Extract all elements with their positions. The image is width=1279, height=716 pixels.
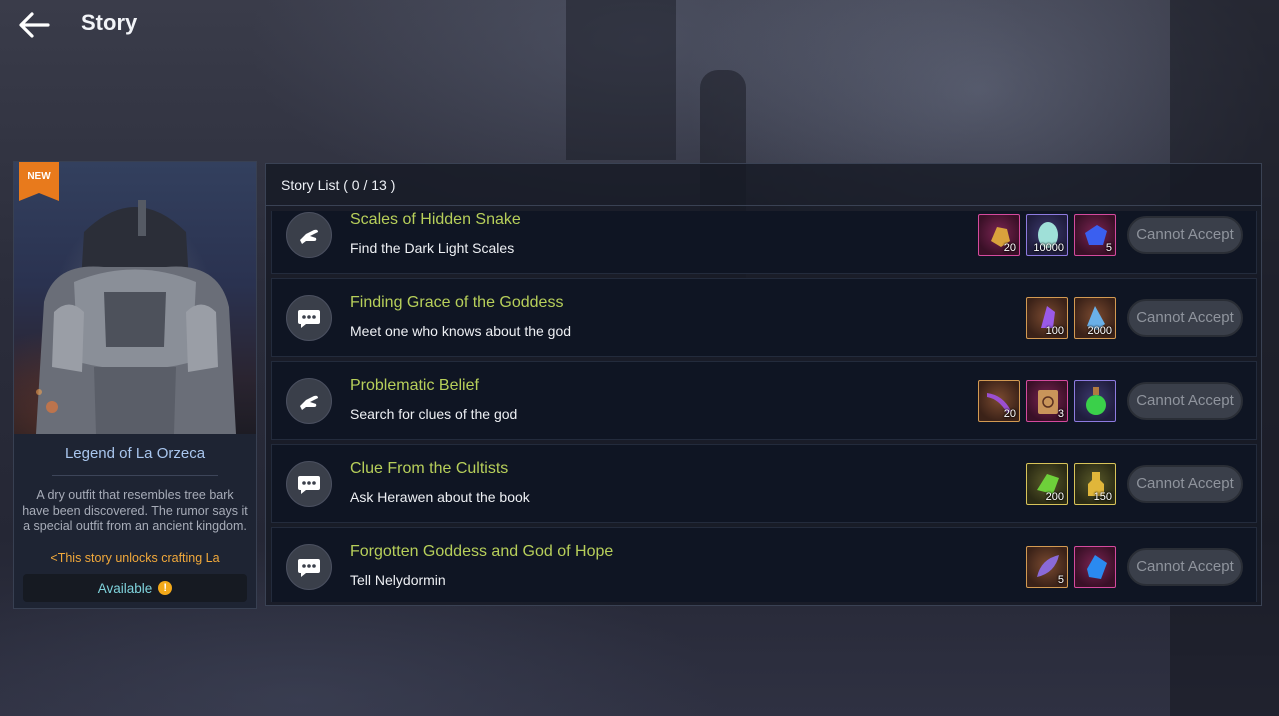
story-list[interactable]: Scales of Hidden Snake Find the Dark Lig… bbox=[271, 211, 1257, 602]
reward-list: 5 bbox=[1026, 546, 1116, 588]
available-status-button[interactable]: Available ! bbox=[23, 574, 247, 602]
reward-list: 100 2000 bbox=[1026, 297, 1116, 339]
potion-icon[interactable] bbox=[1074, 380, 1116, 422]
unlock-text: <This story unlocks crafting La bbox=[50, 551, 220, 565]
story-row[interactable]: Problematic Belief Search for clues of t… bbox=[271, 361, 1257, 440]
story-card[interactable]: NEW Legend of La Orzeca A dry outfit tha… bbox=[13, 161, 257, 609]
story-description: A dry outfit that resembles tree bark ha… bbox=[22, 488, 248, 533]
story-title: Problematic Belief bbox=[350, 377, 479, 394]
scroll-icon[interactable]: 3 bbox=[1026, 380, 1068, 422]
horn-icon[interactable]: 20 bbox=[978, 380, 1020, 422]
story-list-panel: Story List ( 0 / 13 ) Scales of Hidden S… bbox=[265, 163, 1262, 606]
ribbon-icon: NEW bbox=[19, 162, 59, 201]
story-title: Forgotten Goddess and God of Hope bbox=[350, 543, 614, 560]
story-row[interactable]: Scales of Hidden Snake Find the Dark Lig… bbox=[271, 211, 1257, 274]
reward-quantity: 5 bbox=[1105, 242, 1112, 254]
story-subtitle: Meet one who knows about the god bbox=[350, 323, 572, 339]
reward-quantity: 5 bbox=[1057, 574, 1064, 586]
gold-idol-icon[interactable]: 150 bbox=[1074, 463, 1116, 505]
story-subtitle: Find the Dark Light Scales bbox=[350, 240, 515, 256]
cannot-accept-button[interactable]: Cannot Accept bbox=[1127, 299, 1243, 337]
story-row[interactable]: Finding Grace of the Goddess Meet one wh… bbox=[271, 278, 1257, 357]
story-title: Scales of Hidden Snake bbox=[350, 211, 521, 228]
new-badge: NEW bbox=[19, 162, 59, 201]
story-subtitle: Tell Nelydormin bbox=[350, 572, 446, 588]
reward-list: 20 10000 5 bbox=[978, 214, 1116, 256]
reward-list: 20 3 bbox=[978, 380, 1116, 422]
feather-icon[interactable]: 5 bbox=[1026, 546, 1068, 588]
cannot-accept-button[interactable]: Cannot Accept bbox=[1127, 382, 1243, 420]
story-subtitle: Ask Herawen about the book bbox=[350, 489, 530, 505]
status-label: Available bbox=[97, 580, 153, 596]
reward-quantity: 100 bbox=[1045, 325, 1064, 337]
reward-quantity: 200 bbox=[1045, 491, 1064, 503]
chat-icon bbox=[286, 461, 332, 507]
reward-quantity: 20 bbox=[1003, 242, 1016, 254]
sapphire-icon[interactable] bbox=[1074, 546, 1116, 588]
hand-icon bbox=[286, 378, 332, 424]
page-title: Story bbox=[81, 10, 138, 35]
reward-quantity: 10000 bbox=[1033, 242, 1064, 254]
chat-icon bbox=[286, 544, 332, 590]
blue-shard-icon[interactable]: 2000 bbox=[1074, 297, 1116, 339]
cannot-accept-button[interactable]: Cannot Accept bbox=[1127, 465, 1243, 503]
gold-ore-icon[interactable]: 20 bbox=[978, 214, 1020, 256]
story-name: Legend of La Orzeca bbox=[64, 445, 206, 462]
alert-icon: ! bbox=[158, 581, 173, 595]
divider bbox=[52, 475, 218, 476]
reward-quantity: 3 bbox=[1057, 408, 1064, 420]
cannot-accept-button[interactable]: Cannot Accept bbox=[1127, 548, 1243, 586]
green-crystal-icon[interactable]: 200 bbox=[1026, 463, 1068, 505]
purple-crystal-icon[interactable]: 100 bbox=[1026, 297, 1068, 339]
story-title: Clue From the Cultists bbox=[350, 460, 509, 477]
back-button[interactable] bbox=[14, 8, 54, 42]
arrow-left-icon bbox=[19, 12, 50, 38]
panel-header: Story List ( 0 / 13 ) bbox=[266, 164, 1261, 206]
story-subtitle: Search for clues of the god bbox=[350, 406, 518, 422]
new-badge-label: NEW bbox=[27, 171, 51, 182]
egg-icon[interactable]: 10000 bbox=[1026, 214, 1068, 256]
chat-icon bbox=[286, 295, 332, 341]
story-list-title: Story List ( 0 / 13 ) bbox=[281, 177, 396, 193]
cannot-accept-button[interactable]: Cannot Accept bbox=[1127, 216, 1243, 254]
story-title: Finding Grace of the Goddess bbox=[350, 294, 564, 311]
hand-icon bbox=[286, 212, 332, 258]
top-bar: Story bbox=[0, 0, 1279, 50]
reward-quantity: 2000 bbox=[1087, 325, 1112, 337]
story-row[interactable]: Clue From the Cultists Ask Herawen about… bbox=[271, 444, 1257, 523]
blue-crystal-icon[interactable]: 5 bbox=[1074, 214, 1116, 256]
reward-quantity: 150 bbox=[1093, 491, 1112, 503]
reward-quantity: 20 bbox=[1003, 408, 1016, 420]
story-row[interactable]: Forgotten Goddess and God of Hope Tell N… bbox=[271, 527, 1257, 602]
outfit-image: NEW bbox=[14, 162, 256, 434]
reward-list: 200 150 bbox=[1026, 463, 1116, 505]
armor-illustration bbox=[36, 200, 236, 434]
